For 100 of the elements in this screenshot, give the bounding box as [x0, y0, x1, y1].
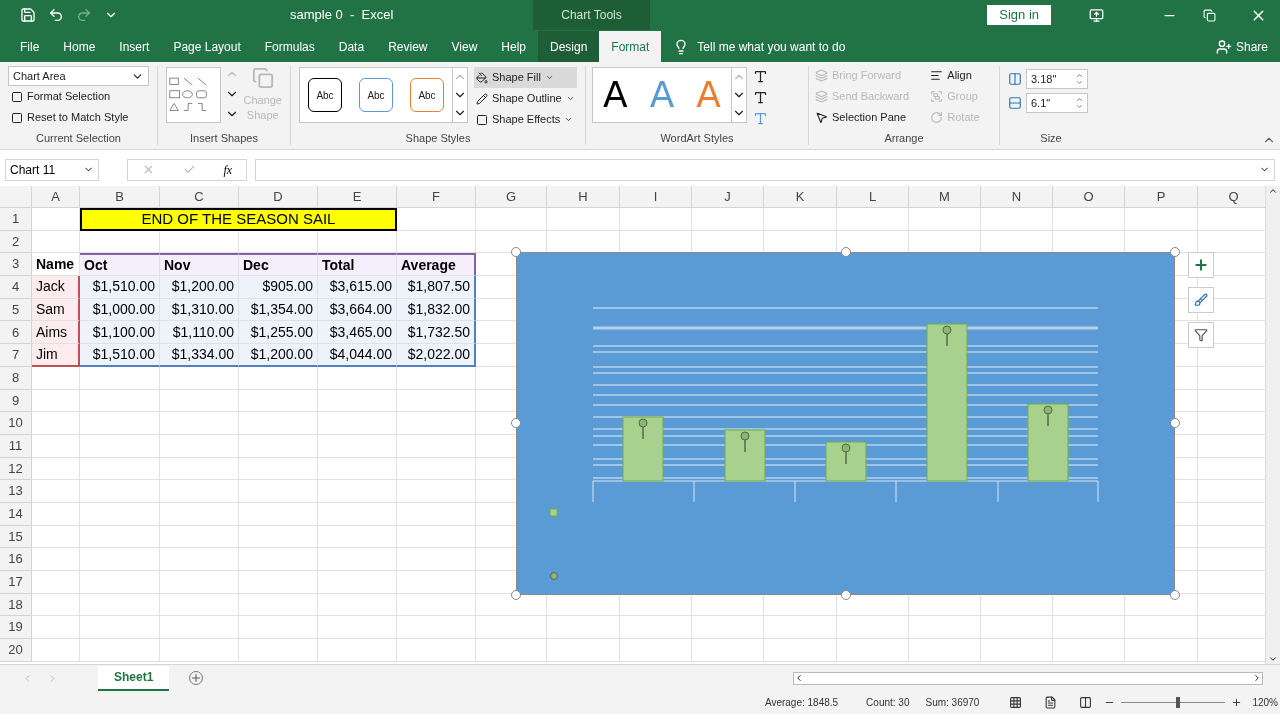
column-header[interactable]: O: [1053, 186, 1125, 207]
page-layout-view-icon[interactable]: [1044, 696, 1058, 709]
zoom-in-icon[interactable]: [1231, 697, 1243, 708]
ribbon-command[interactable]: Shape Fill: [474, 67, 577, 88]
column-header[interactable]: H: [547, 186, 620, 207]
row-header[interactable]: 1: [0, 208, 32, 231]
row-header[interactable]: 6: [0, 321, 32, 345]
ribbon-tab[interactable]: Format: [599, 31, 662, 62]
undo-icon[interactable]: [48, 7, 64, 23]
shape-style-preset[interactable]: Abc: [359, 78, 393, 112]
normal-view-icon[interactable]: [1009, 696, 1023, 709]
row-header[interactable]: 20: [0, 639, 32, 662]
row-header[interactable]: 5: [0, 298, 32, 322]
column-header[interactable]: L: [837, 186, 909, 207]
save-icon[interactable]: [20, 7, 36, 23]
chart-bar[interactable]: [825, 441, 867, 482]
row-header[interactable]: 11: [0, 434, 32, 458]
row-header[interactable]: 17: [0, 571, 32, 594]
ribbon-command[interactable]: Align: [930, 65, 993, 86]
resize-handle[interactable]: [841, 590, 851, 600]
row-header[interactable]: 9: [0, 389, 32, 413]
enter-icon[interactable]: [182, 163, 196, 176]
column-header[interactable]: I: [620, 186, 692, 207]
column-header[interactable]: E: [318, 186, 397, 207]
resize-handle[interactable]: [1170, 590, 1180, 600]
ribbon-tab[interactable]: Help: [489, 31, 538, 62]
column-header[interactable]: B: [80, 186, 160, 207]
zoom-level[interactable]: 120%: [1252, 695, 1278, 710]
row-header[interactable]: 8: [0, 366, 32, 390]
row-header[interactable]: 10: [0, 412, 32, 435]
ribbon-tab[interactable]: Page Layout: [161, 31, 253, 62]
chart-bar[interactable]: [1027, 403, 1069, 482]
chart-styles-button[interactable]: [1188, 287, 1214, 313]
ribbon-tab[interactable]: Data: [326, 31, 377, 62]
row-header[interactable]: 16: [0, 548, 32, 571]
resize-handle[interactable]: [511, 418, 521, 428]
column-header[interactable]: C: [160, 186, 239, 207]
vertical-scrollbar[interactable]: [1265, 186, 1280, 664]
zoom-slider-thumb[interactable]: [1175, 697, 1180, 708]
row-header[interactable]: 12: [0, 457, 32, 481]
column-header[interactable]: J: [692, 186, 764, 207]
insert-function-button[interactable]: fx: [223, 160, 233, 179]
chart-bar[interactable]: [926, 323, 968, 482]
sheet-tab[interactable]: Sheet1: [98, 665, 170, 691]
row-header[interactable]: 19: [0, 616, 32, 640]
ribbon-tab[interactable]: View: [439, 31, 490, 62]
shape-style-preset[interactable]: Abc: [308, 78, 342, 112]
row-header[interactable]: 15: [0, 525, 32, 549]
ribbon-command[interactable]: Shape Outline: [474, 88, 577, 109]
column-header[interactable]: F: [397, 186, 476, 207]
row-header[interactable]: 2: [0, 230, 32, 254]
row-header[interactable]: 13: [0, 480, 32, 503]
text-outline-icon[interactable]: [752, 90, 768, 105]
resize-handle[interactable]: [1170, 247, 1180, 257]
horizontal-scrollbar[interactable]: [793, 671, 1264, 685]
chart-area[interactable]: [516, 252, 1175, 595]
column-header[interactable]: A: [32, 186, 80, 207]
ribbon-tab[interactable]: Home: [51, 31, 108, 62]
row-header[interactable]: 7: [0, 344, 32, 367]
resize-handle[interactable]: [1170, 418, 1180, 428]
chart-element-dropdown[interactable]: Chart Area: [8, 66, 149, 86]
ribbon-tab[interactable]: Design: [538, 31, 600, 62]
resize-handle[interactable]: [841, 247, 851, 257]
ribbon-command[interactable]: Shape Effects: [474, 109, 577, 130]
wordart-preset[interactable]: A: [603, 77, 628, 113]
resize-handle[interactable]: [511, 247, 521, 257]
ribbon-tab[interactable]: File: [8, 31, 52, 62]
column-header[interactable]: D: [239, 186, 318, 207]
ribbon-tab[interactable]: Review: [376, 31, 440, 62]
chart-elements-button[interactable]: [1188, 252, 1214, 278]
shape-style-preset[interactable]: Abc: [410, 78, 444, 112]
size-field[interactable]: 6.1": [1026, 93, 1088, 113]
share-button[interactable]: Share: [1215, 31, 1268, 62]
column-header[interactable]: M: [909, 186, 981, 207]
ribbon-command[interactable]: Reset to Match Style: [8, 107, 149, 128]
text-fill-icon[interactable]: [752, 69, 768, 84]
column-header[interactable]: P: [1125, 186, 1198, 207]
sign-in-button[interactable]: Sign in: [987, 5, 1051, 25]
size-field[interactable]: 3.18": [1026, 69, 1088, 89]
chart-bar[interactable]: [724, 429, 766, 482]
tell-me-field[interactable]: Tell me what you want to do: [697, 37, 846, 56]
resize-handle[interactable]: [511, 590, 521, 600]
column-header[interactable]: K: [764, 186, 837, 207]
ribbon-command[interactable]: Selection Pane: [815, 107, 923, 128]
name-box[interactable]: Chart 11: [5, 158, 99, 181]
text-effects-icon[interactable]: [752, 111, 768, 126]
page-break-view-icon[interactable]: [1079, 696, 1093, 709]
ribbon-tab[interactable]: Insert: [107, 31, 162, 62]
chart-bar[interactable]: [622, 416, 664, 482]
column-header[interactable]: N: [981, 186, 1053, 207]
row-header[interactable]: 14: [0, 502, 32, 526]
ribbon-tab[interactable]: Formulas: [252, 31, 327, 62]
formula-input[interactable]: [255, 158, 1275, 181]
row-header[interactable]: 4: [0, 276, 32, 299]
ribbon-command[interactable]: Format Selection: [8, 86, 149, 107]
column-header[interactable]: G: [476, 186, 547, 207]
row-header[interactable]: 3: [0, 253, 32, 277]
chart-filters-button[interactable]: [1188, 322, 1214, 348]
ribbon-display-icon[interactable]: [1089, 7, 1104, 23]
restore-icon[interactable]: [1203, 8, 1216, 22]
